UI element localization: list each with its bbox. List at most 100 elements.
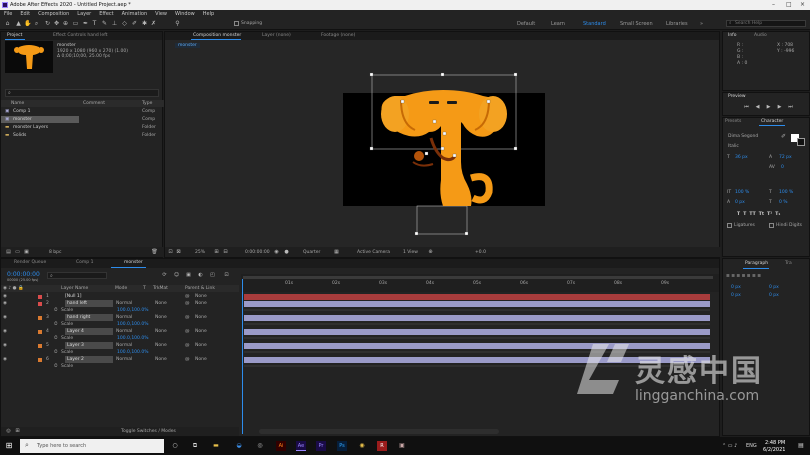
home-icon[interactable]: ⌂ xyxy=(4,20,11,27)
col-layer-name[interactable]: Layer Name xyxy=(61,286,88,291)
last-frame-icon[interactable]: ⏭ xyxy=(787,104,794,111)
parent-pickwhip-icon[interactable]: @ xyxy=(185,342,190,349)
tab-render-queue[interactable]: Render Queue xyxy=(14,260,46,265)
vertical-scale-value[interactable]: 100 % xyxy=(735,190,749,195)
time-ruler[interactable]: 01s 02s 03s 04s 05s 06s 07s 08s 09s xyxy=(241,274,719,292)
task-view-icon[interactable]: ⧉ xyxy=(190,441,200,451)
type-tool-icon[interactable]: T xyxy=(91,20,98,27)
layer-property-row[interactable]: ⏱ Scale xyxy=(1,363,239,370)
app-folder-icon[interactable]: ▣ xyxy=(397,441,407,451)
snapping-checkbox[interactable] xyxy=(234,21,239,26)
menu-effect[interactable]: Effect xyxy=(95,10,117,18)
tab-composition[interactable]: Composition monster xyxy=(193,33,241,38)
font-family-select[interactable]: Dima Segond xyxy=(728,134,758,139)
layer-property-row[interactable]: ⏱ Scale 100.0,100.0% xyxy=(1,349,239,356)
layer-duration-bar[interactable] xyxy=(244,328,710,335)
parent-pickwhip-icon[interactable]: @ xyxy=(185,328,190,335)
stopwatch-icon[interactable]: ⏱ xyxy=(54,363,58,370)
layer-trkmat-select[interactable]: None xyxy=(155,328,167,335)
visibility-eye-icon[interactable]: ◉ xyxy=(3,342,7,349)
font-style-select[interactable]: Italic xyxy=(728,144,739,149)
layer-parent-select[interactable]: None xyxy=(195,314,207,321)
selection-tool-icon[interactable]: ▲ xyxy=(15,20,22,27)
workspace-small-screen[interactable]: Small Screen xyxy=(620,21,653,27)
color-channel-icon[interactable]: ● xyxy=(283,249,290,256)
visibility-eye-icon[interactable]: ◉ xyxy=(3,356,7,363)
timeline-search-input[interactable]: ⌕ xyxy=(47,272,107,279)
parent-pickwhip-icon[interactable]: @ xyxy=(185,356,190,363)
property-value[interactable]: 100.0,100.0% xyxy=(117,335,148,342)
parent-pickwhip-icon[interactable]: @ xyxy=(185,300,190,307)
next-frame-icon[interactable]: ▶ xyxy=(776,104,783,111)
leading-value[interactable]: 72 px xyxy=(779,155,792,160)
new-folder-icon[interactable]: ▭ xyxy=(14,249,21,256)
composition-flowchart-icon[interactable]: ⊡ xyxy=(223,272,230,279)
pin-tool-icon[interactable]: ⚲ xyxy=(174,20,181,27)
bpc-label[interactable]: 8 bpc xyxy=(49,250,61,255)
property-value[interactable]: 100.0,100.0% xyxy=(117,307,148,314)
stopwatch-icon[interactable]: ⏱ xyxy=(54,349,58,356)
tab-layer[interactable]: Layer (none) xyxy=(262,33,291,38)
taskbar-search-box[interactable]: ⌕ Type here to search xyxy=(20,439,164,453)
tab-audio[interactable]: Audio xyxy=(754,33,767,38)
layer-name[interactable]: hand left xyxy=(65,300,113,307)
tab-monster[interactable]: monster xyxy=(124,260,143,265)
layer-label-color[interactable] xyxy=(38,343,42,348)
tab-comp-1[interactable]: Comp 1 xyxy=(76,260,93,265)
windows-start-icon[interactable]: ⊞ xyxy=(4,441,14,451)
visibility-eye-icon[interactable]: ◉ xyxy=(3,300,7,307)
tab-info[interactable]: Info xyxy=(728,33,737,38)
align-buttons[interactable]: ≡ ≡ ≡ ≡ ≡ ≡ ≡ xyxy=(726,274,761,279)
layer-trkmat-select[interactable]: None xyxy=(155,300,167,307)
parent-pickwhip-icon[interactable]: @ xyxy=(185,293,190,300)
layer-duration-bar[interactable] xyxy=(244,300,710,307)
layer-name[interactable]: hand right xyxy=(65,314,113,321)
project-item[interactable]: ▣ Comp 1 Comp xyxy=(1,108,164,115)
layer-trkmat-select[interactable]: None xyxy=(155,342,167,349)
file-explorer-icon[interactable]: ▬ xyxy=(211,441,221,451)
project-item[interactable]: ▬ monster Layers Folder xyxy=(1,124,164,131)
rotation-tool-icon[interactable]: ↻ xyxy=(44,20,51,27)
project-item[interactable]: ▬ Solids Folder xyxy=(1,132,164,139)
col-type[interactable]: Type xyxy=(142,101,152,106)
horizontal-scale-value[interactable]: 100 % xyxy=(779,190,793,195)
close-icon[interactable]: × xyxy=(800,1,805,8)
parent-pickwhip-icon[interactable]: @ xyxy=(185,314,190,321)
pen-tool-icon[interactable]: ✒ xyxy=(82,20,89,27)
layer-trkmat-select[interactable]: None xyxy=(155,314,167,321)
layer-mode-select[interactable]: Normal xyxy=(116,342,132,349)
workspace-libraries[interactable]: Libraries xyxy=(666,21,688,27)
menu-animation[interactable]: Animation xyxy=(118,10,152,18)
first-frame-icon[interactable]: ⏮ xyxy=(743,104,750,111)
zoom-level[interactable]: 25% xyxy=(195,250,205,255)
workspace-default[interactable]: Default xyxy=(517,21,535,27)
visibility-eye-icon[interactable]: ◉ xyxy=(3,293,7,300)
col-comment[interactable]: Comment xyxy=(83,101,105,106)
layer-trkmat-select[interactable]: None xyxy=(155,356,167,363)
layer-row[interactable]: ◉ 1 [Null 1] @ None xyxy=(1,293,239,300)
layer-row[interactable]: ◉ 6 Layer 2 Normal None @ None xyxy=(1,356,239,363)
col-parent[interactable]: Parent & Link xyxy=(185,286,215,291)
fit-icon[interactable]: ⊞ xyxy=(213,249,220,256)
col-trkmat[interactable]: TrkMat xyxy=(153,286,168,291)
layer-parent-select[interactable]: None xyxy=(195,356,207,363)
indent-right-value[interactable]: 0 px xyxy=(769,285,779,290)
viewer-timecode[interactable]: 0:00:00:00 xyxy=(245,250,270,255)
col-name[interactable]: Name xyxy=(11,101,24,106)
tab-project[interactable]: Project xyxy=(7,33,22,38)
app-red-icon[interactable]: R xyxy=(377,441,387,451)
snapshot-icon[interactable]: ◉ xyxy=(273,249,280,256)
language-indicator[interactable]: ENG xyxy=(746,443,757,449)
layer-row[interactable]: ◉ 3 hand right Normal None @ None xyxy=(1,314,239,321)
resolution-select[interactable]: Quarter xyxy=(303,250,320,255)
rectangle-tool-icon[interactable]: ▭ xyxy=(72,20,79,27)
camera-tool-icon[interactable]: ✥ xyxy=(53,20,60,27)
toggle-view-icon[interactable]: ⊕ xyxy=(427,249,434,256)
app-icon[interactable]: ◎ xyxy=(255,441,265,451)
trash-icon[interactable]: 🗑 xyxy=(151,249,158,256)
tab-character[interactable]: Character xyxy=(761,119,783,124)
timeline-zoom-slider[interactable] xyxy=(259,429,499,434)
layer-label-color[interactable] xyxy=(38,315,42,320)
pan-behind-tool-icon[interactable]: ⊕ xyxy=(62,20,69,27)
notifications-icon[interactable]: ▤ xyxy=(796,441,806,451)
